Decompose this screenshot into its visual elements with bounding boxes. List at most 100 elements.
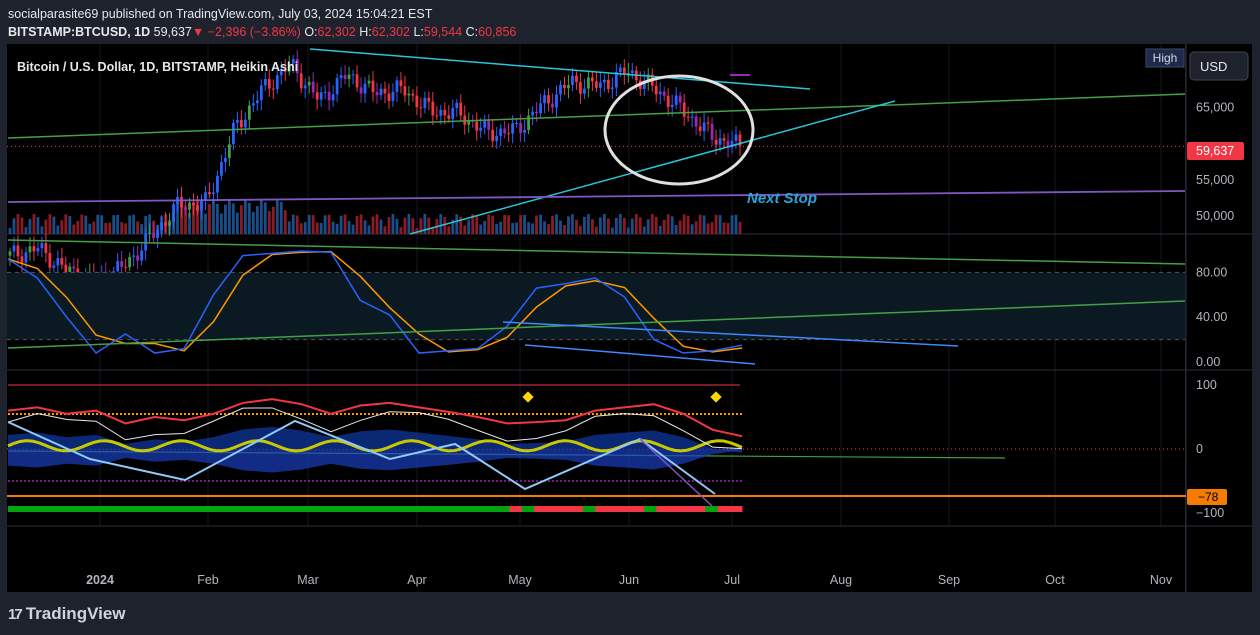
volume-bar bbox=[678, 220, 682, 234]
volume-bar bbox=[363, 220, 367, 234]
candle-body bbox=[682, 102, 686, 117]
candle-body bbox=[587, 77, 590, 89]
candle-body bbox=[319, 92, 323, 100]
volume-bar bbox=[251, 211, 255, 234]
candle-body bbox=[235, 120, 239, 123]
candle-body bbox=[598, 82, 602, 88]
candle-body bbox=[483, 120, 487, 128]
candle-body bbox=[299, 73, 303, 89]
volume-bar bbox=[112, 215, 116, 234]
volume-bar bbox=[335, 223, 339, 234]
candle-body bbox=[694, 116, 698, 127]
candle-body bbox=[271, 88, 275, 90]
osc-signal-bar bbox=[179, 506, 192, 512]
volume-bar bbox=[375, 214, 379, 234]
volume-bar bbox=[100, 215, 104, 234]
volume-bar bbox=[666, 214, 670, 234]
candle-body bbox=[343, 75, 347, 79]
osc-signal-bar bbox=[301, 506, 315, 512]
candle-body bbox=[662, 91, 666, 96]
candle-body bbox=[419, 107, 423, 109]
volume-bar bbox=[311, 215, 315, 234]
volume-bar bbox=[60, 220, 64, 234]
candle-body bbox=[367, 80, 371, 84]
volume-bar bbox=[32, 214, 36, 234]
oscillator-tag-label: −78 bbox=[1198, 490, 1219, 504]
ohlc-high: H:62,302 bbox=[359, 25, 410, 39]
tradingview-logo[interactable]: 17 TradingView bbox=[8, 604, 126, 624]
volume-bar bbox=[738, 221, 742, 234]
osc-signal-bar bbox=[69, 506, 82, 512]
volume-bar bbox=[610, 227, 614, 234]
volume-bar bbox=[547, 224, 550, 234]
x-axis-label: Sep bbox=[938, 573, 960, 587]
volume-bar bbox=[710, 222, 714, 234]
chart-canvas[interactable]: 2024 Feb Mar Apr May Jun Jul Aug Sep Oct Nov 65,000… bbox=[0, 44, 1260, 600]
volume-bar bbox=[491, 215, 495, 234]
candle-body bbox=[391, 91, 395, 101]
candle-body bbox=[527, 115, 530, 130]
volume-bar bbox=[646, 219, 650, 234]
osc-signal-bar bbox=[570, 506, 584, 512]
osc-signal-bar bbox=[582, 506, 596, 512]
osc-signal-bar bbox=[680, 506, 694, 512]
candle-body bbox=[579, 82, 582, 94]
candle-body bbox=[44, 243, 48, 253]
symbol-name[interactable]: BITSTAMP:BTCUSD, 1D bbox=[8, 25, 150, 39]
volume-bar bbox=[68, 216, 72, 234]
volume-bar bbox=[642, 226, 646, 234]
volume-bar bbox=[44, 219, 48, 234]
candle-body bbox=[164, 222, 167, 226]
candle-body bbox=[431, 101, 435, 116]
x-axis-label: Aug bbox=[830, 573, 852, 587]
volume-bar bbox=[267, 211, 271, 234]
volume-bar bbox=[367, 225, 371, 234]
candle-body bbox=[455, 102, 459, 109]
candle-body bbox=[698, 126, 702, 132]
volume-bar bbox=[383, 226, 387, 234]
osc-signal-bar bbox=[607, 506, 621, 512]
candle-body bbox=[56, 258, 60, 266]
candle-body bbox=[718, 138, 722, 145]
volume-bar bbox=[630, 218, 634, 234]
candle-body bbox=[443, 109, 447, 116]
osc-signal-bar bbox=[399, 506, 413, 512]
candle-body bbox=[136, 255, 140, 261]
volume-bar bbox=[303, 222, 307, 234]
candle-body bbox=[618, 67, 622, 73]
volume-bar bbox=[626, 227, 630, 234]
volume-bar bbox=[395, 218, 399, 234]
candle-body bbox=[303, 85, 307, 89]
osc-signal-bar bbox=[521, 506, 535, 512]
next-stop-annotation[interactable]: Next Stop bbox=[747, 190, 817, 207]
volume-bar bbox=[259, 200, 263, 234]
candle-body bbox=[371, 80, 375, 93]
volume-bar bbox=[108, 222, 112, 234]
candle-body bbox=[363, 83, 367, 94]
candle-body bbox=[666, 95, 670, 108]
candle-body bbox=[231, 122, 235, 145]
stoch-band bbox=[7, 272, 1185, 340]
candle-body bbox=[355, 74, 359, 88]
candle-body bbox=[263, 79, 267, 86]
x-axis-label: May bbox=[508, 573, 532, 587]
volume-bar bbox=[487, 214, 491, 234]
volume-bar bbox=[531, 223, 534, 234]
stoch-tick-label: 80.00 bbox=[1196, 265, 1227, 279]
osc-signal-bar bbox=[191, 506, 205, 512]
candle-body bbox=[567, 85, 570, 89]
candle-body bbox=[335, 78, 339, 95]
volume-bar bbox=[614, 217, 618, 234]
price-tick-label: 55,000 bbox=[1196, 173, 1234, 187]
candle-body bbox=[614, 72, 618, 88]
osc-signal-bar bbox=[338, 506, 352, 512]
volume-bar bbox=[467, 220, 471, 234]
volume-bar bbox=[140, 224, 144, 234]
volume-bar bbox=[706, 223, 710, 234]
osc-signal-bar bbox=[142, 506, 156, 512]
candle-body bbox=[259, 85, 263, 101]
osc-signal-bar bbox=[264, 506, 278, 512]
osc-signal-bar bbox=[558, 506, 572, 512]
osc-tick-label: 0 bbox=[1196, 442, 1203, 456]
x-axis-label: Nov bbox=[1150, 573, 1173, 587]
